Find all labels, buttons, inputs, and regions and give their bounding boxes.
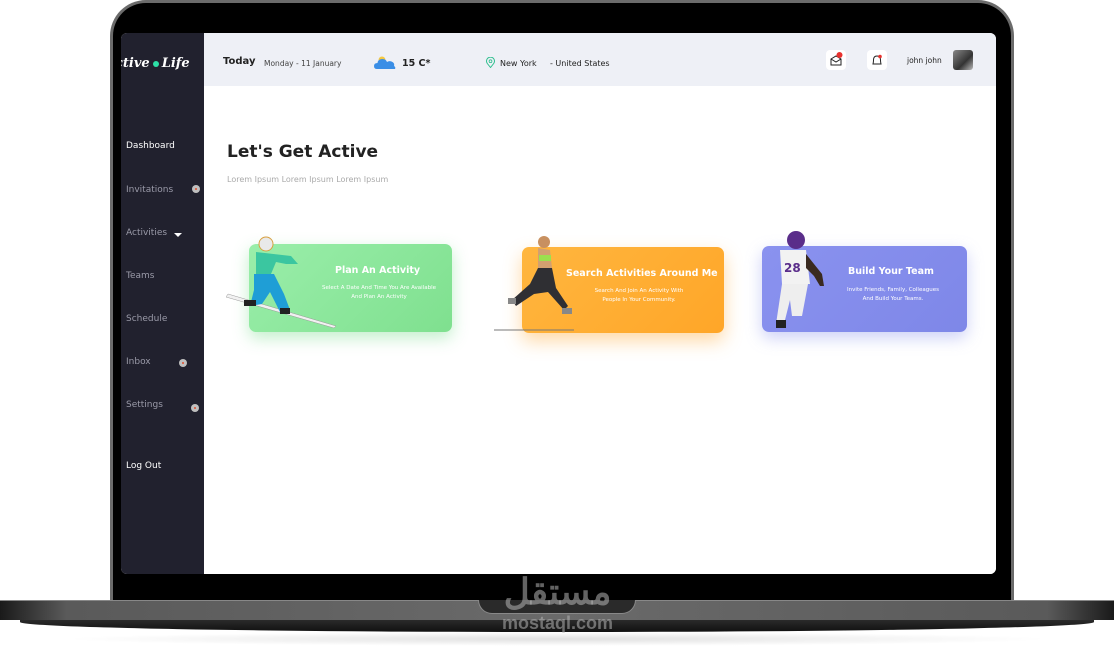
page-title: Let's Get Active	[227, 142, 379, 162]
mail-icon	[830, 52, 843, 66]
inbox-badge	[179, 359, 187, 367]
main-content: Let's Get Active Lorem Ipsum Lorem Ipsum…	[204, 86, 996, 574]
invitations-badge	[192, 185, 200, 193]
sidebar-item-schedule[interactable]: Schedule	[126, 314, 167, 324]
avatar[interactable]	[953, 50, 973, 70]
logo-text-left: ctive	[121, 56, 150, 71]
bell-icon	[872, 54, 882, 65]
sidebar-item-teams[interactable]: Teams	[126, 271, 154, 281]
current-date: Monday - 11 January	[264, 59, 342, 68]
app-logo[interactable]: ctive Life	[121, 56, 190, 71]
top-bar: Today Monday - 11 January 15 C* New York…	[204, 33, 996, 86]
today-label: Today	[223, 56, 256, 67]
football-player-image: 28	[776, 231, 824, 328]
sidebar-item-label: Inbox	[126, 357, 151, 367]
watermark-latin: mostaql.com	[501, 613, 614, 633]
temperature: 15 C*	[402, 58, 431, 69]
sidebar-item-activities[interactable]: Activities	[126, 228, 167, 238]
watermark: مستقل mostaql.com	[470, 571, 645, 633]
logout-button[interactable]: Log Out	[126, 461, 161, 471]
page-subtitle: Lorem Ipsum Lorem Ipsum Lorem Ipsum	[227, 175, 389, 184]
card-title: Build Your Team	[848, 266, 934, 277]
card-description: Search And Join An Activity With People I…	[594, 288, 684, 303]
logout-label: Log Out	[126, 461, 162, 471]
sidebar-item-label: Schedule	[126, 314, 168, 324]
snowboarder-image	[226, 236, 336, 329]
partly-cloudy-icon	[374, 56, 396, 69]
sidebar: ctive Life Dashboard Invitations Activiti…	[121, 33, 204, 574]
card-description: Invite Friends, Family, Colleagues And Bu…	[847, 287, 939, 302]
location-city: New York	[500, 59, 537, 68]
sidebar-item-label: Invitations	[126, 185, 174, 195]
notifications-button[interactable]	[867, 50, 887, 70]
runner-image	[494, 236, 574, 331]
chevron-down-icon[interactable]	[174, 233, 182, 237]
location-country: - United States	[550, 59, 610, 68]
sidebar-item-invitations[interactable]: Invitations	[126, 185, 173, 195]
logo-dot	[152, 60, 159, 67]
card-title: Plan An Activity	[335, 265, 421, 276]
sidebar-item-label: Dashboard	[126, 141, 175, 151]
settings-badge	[191, 404, 199, 412]
logo-text-right: Life	[161, 56, 190, 71]
sidebar-item-label: Activities	[126, 228, 168, 238]
mail-button[interactable]	[826, 50, 846, 70]
sidebar-item-dashboard[interactable]: Dashboard	[126, 141, 175, 151]
sidebar-item-label: Settings	[126, 400, 163, 410]
app-screen: ctive Life Dashboard Invitations Activiti…	[121, 33, 996, 574]
sidebar-item-label: Teams	[126, 271, 155, 281]
sidebar-item-inbox[interactable]: Inbox	[126, 357, 151, 367]
svg-text:28: 28	[784, 261, 801, 275]
watermark-arabic: مستقل	[503, 571, 612, 612]
sidebar-item-settings[interactable]: Settings	[126, 400, 163, 410]
location-pin-icon	[486, 57, 495, 68]
card-title: Search Activities Around Me	[566, 268, 718, 279]
laptop-shadow	[60, 632, 1054, 646]
user-name[interactable]: john john	[907, 56, 942, 65]
